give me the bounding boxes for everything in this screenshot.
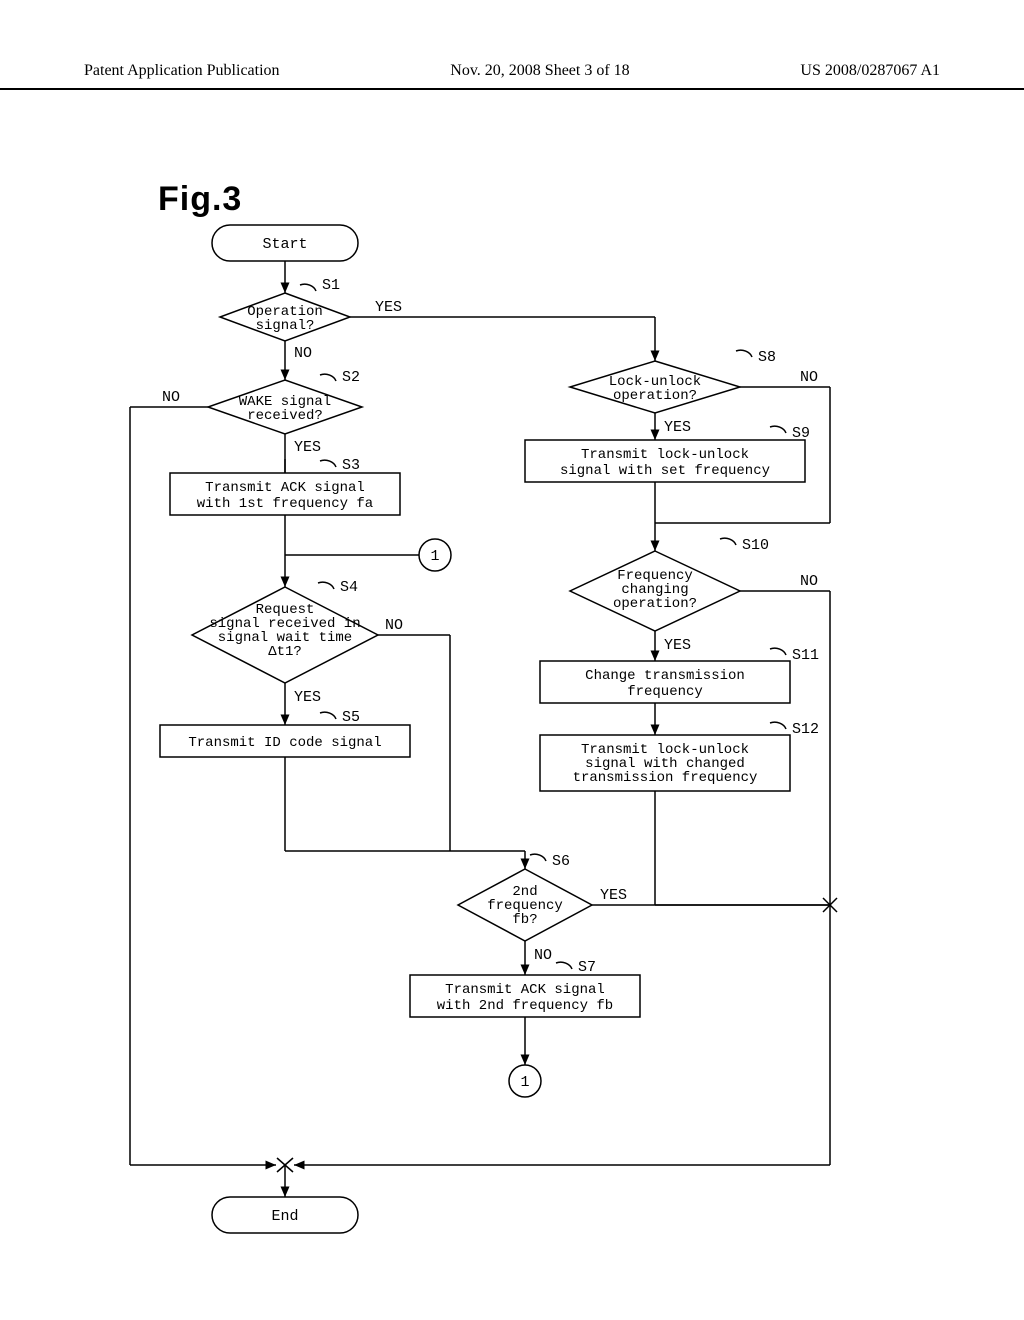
flowchart: Start End S1 Operation signal? YES NO S2… xyxy=(100,215,940,1245)
s9-text-1: Transmit lock-unlock xyxy=(581,447,749,463)
s2-text-2: received? xyxy=(247,408,323,424)
s2-ref: S2 xyxy=(342,369,360,386)
s1-yes: YES xyxy=(375,299,402,316)
s10-no: NO xyxy=(800,573,818,590)
s4-no: NO xyxy=(385,617,403,634)
s8-ref: S8 xyxy=(758,349,776,366)
s2-no: NO xyxy=(162,389,180,406)
s9-text-2: signal with set frequency xyxy=(560,463,770,479)
header-left: Patent Application Publication xyxy=(84,62,280,80)
s10-ref: S10 xyxy=(742,537,769,554)
s5-ref: S5 xyxy=(342,709,360,726)
s10-yes: YES xyxy=(664,637,691,654)
s3-ref: S3 xyxy=(342,457,360,474)
s1-text-2: signal? xyxy=(256,318,315,334)
s7-text-1: Transmit ACK signal xyxy=(445,982,605,998)
s6-text-3: fb? xyxy=(512,912,537,928)
s11-text-2: frequency xyxy=(627,684,703,700)
start-node: Start xyxy=(262,236,307,253)
s1-no: NO xyxy=(294,345,312,362)
s6-ref: S6 xyxy=(552,853,570,870)
s4-text-4: Δt1? xyxy=(268,644,302,660)
s8-no: NO xyxy=(800,369,818,386)
s4-ref: S4 xyxy=(340,579,358,596)
figure-title: Fig.3 xyxy=(158,180,242,219)
s3-text-1: Transmit ACK signal xyxy=(205,480,365,496)
connector-in: 1 xyxy=(430,548,439,565)
s5-text: Transmit ID code signal xyxy=(188,735,381,751)
s2-yes: YES xyxy=(294,439,321,456)
s11-ref: S11 xyxy=(792,647,819,664)
s6-yes: YES xyxy=(600,887,627,904)
s4-yes: YES xyxy=(294,689,321,706)
s7-ref: S7 xyxy=(578,959,596,976)
s9-ref: S9 xyxy=(792,425,810,442)
s6-no: NO xyxy=(534,947,552,964)
s3-text-2: with 1st frequency fa xyxy=(197,496,373,512)
s12-ref: S12 xyxy=(792,721,819,738)
s8-yes: YES xyxy=(664,419,691,436)
page-header: Patent Application Publication Nov. 20, … xyxy=(0,62,1024,90)
s12-text-3: transmission frequency xyxy=(573,770,758,786)
s10-text-3: operation? xyxy=(613,596,697,612)
header-center: Nov. 20, 2008 Sheet 3 of 18 xyxy=(450,62,629,80)
s1-ref: S1 xyxy=(322,277,340,294)
s8-text-2: operation? xyxy=(613,388,697,404)
s11-text-1: Change transmission xyxy=(585,668,745,684)
end-node: End xyxy=(271,1208,298,1225)
page: Patent Application Publication Nov. 20, … xyxy=(0,0,1024,1320)
connector-out: 1 xyxy=(520,1074,529,1091)
s7-text-2: with 2nd frequency fb xyxy=(437,998,613,1014)
header-right: US 2008/0287067 A1 xyxy=(800,62,940,80)
